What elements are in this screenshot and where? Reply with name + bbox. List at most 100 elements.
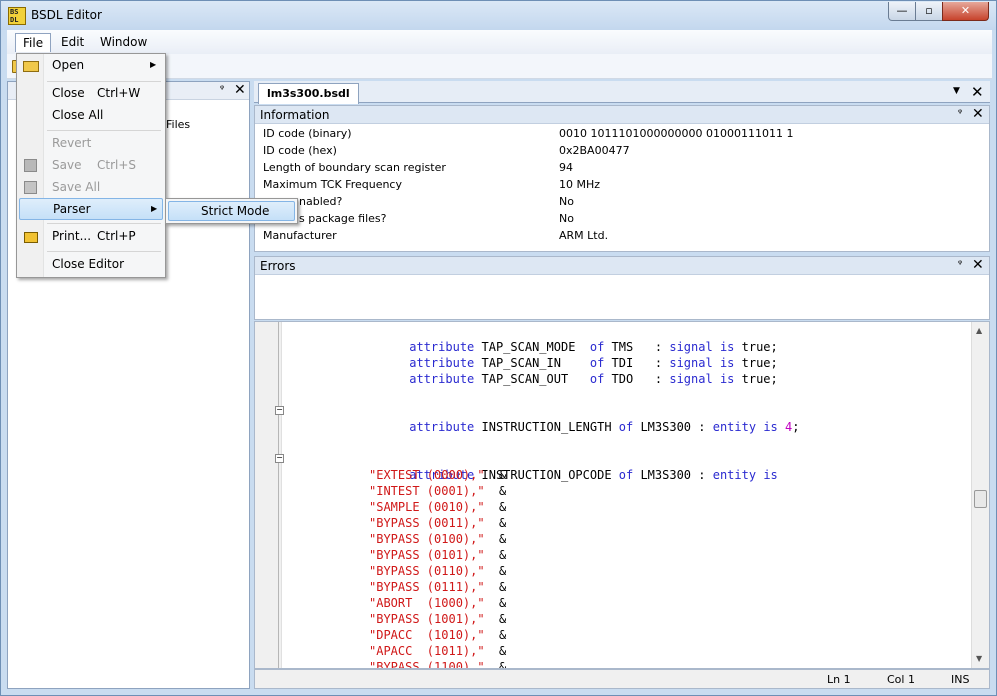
code-token: TDO :	[604, 372, 670, 386]
info-row: ID code (binary) 0010 1011101000000000 0…	[263, 126, 983, 143]
pin-icon[interactable]: ᵠ	[958, 259, 962, 270]
code-token: "EXTEST (0000),"	[369, 468, 485, 482]
pin-icon[interactable]: ᵠ	[220, 84, 224, 95]
printer-icon	[24, 232, 38, 243]
menu-item-label: Close All	[52, 108, 104, 122]
code-token: signal	[669, 372, 713, 386]
menu-item-parser[interactable]: Parser ▶	[19, 198, 163, 220]
editor-vertical-scrollbar[interactable]: ▲ ▼	[971, 322, 989, 668]
document-tabstrip: lm3s300.bsdl ▼ ✕	[254, 81, 990, 104]
open-folder-icon	[23, 61, 39, 72]
document-area: lm3s300.bsdl ▼ ✕ Information ᵠ ✕ ID code…	[254, 81, 990, 689]
minimize-button[interactable]: —	[888, 2, 916, 21]
code-editor[interactable]: − − attribute TAP_SCAN_MODE of TMS : sig…	[254, 321, 990, 669]
info-row: Manufacturer ARM Ltd.	[263, 228, 983, 245]
code-line: attribute TAP_SCAN_IN of TDI : signal is…	[337, 339, 778, 370]
pin-icon[interactable]: ᵠ	[958, 108, 962, 119]
maximize-button[interactable]: ▫	[915, 2, 943, 21]
status-bar: Ln 1 Col 1 INS	[254, 669, 990, 689]
status-line: Ln 1	[827, 673, 851, 686]
menu-item-revert[interactable]: Revert	[19, 133, 163, 155]
code-text: attribute TAP_SCAN_MODE of TMS : signal …	[337, 322, 799, 482]
code-token: is	[719, 372, 735, 386]
tab-close-icon[interactable]: ✕	[971, 83, 984, 101]
scroll-up-icon[interactable]: ▲	[976, 326, 982, 335]
info-key: nabled?	[299, 195, 343, 208]
info-key: ID code (hex)	[263, 144, 337, 157]
code-token: of	[618, 420, 634, 434]
close-panel-icon[interactable]: ✕	[972, 258, 984, 272]
code-token: of	[618, 468, 634, 482]
code-token: "BYPASS (0101),"	[369, 548, 485, 562]
code-token: LM3S300 :	[633, 468, 713, 482]
code-line: "SAMPLE (0010)," &	[369, 499, 506, 515]
code-token: &	[484, 468, 507, 482]
tab-lm3s300-bsdl[interactable]: lm3s300.bsdl	[258, 83, 359, 104]
code-line: "BYPASS (0011)," &	[369, 515, 506, 531]
fold-toggle-icon[interactable]: −	[275, 406, 284, 415]
menu-item-strict-mode[interactable]: Strict Mode	[168, 201, 295, 221]
code-line: "ABORT (1000)," &	[369, 595, 506, 611]
code-token: true;	[734, 372, 778, 386]
code-token: &	[484, 516, 507, 530]
menu-item-close-editor[interactable]: Close Editor	[19, 254, 163, 276]
code-token: "BYPASS (0011),"	[369, 516, 485, 530]
code-line: "EXTEST (0000)," &	[369, 467, 506, 483]
code-token: &	[484, 564, 507, 578]
info-row: Maximum TCK Frequency 10 MHz	[263, 177, 983, 194]
code-line: attribute TAP_SCAN_MODE of TMS : signal …	[337, 323, 778, 354]
information-panel: Information ᵠ ✕ ID code (binary) 0010 10…	[254, 105, 990, 252]
bsdl-app-icon: BS DL	[8, 7, 26, 25]
code-line: "BYPASS (1100)," &	[369, 659, 506, 669]
code-token: &	[484, 580, 507, 594]
files-tree-label[interactable]: Files	[166, 118, 190, 131]
tab-dropdown-icon[interactable]: ▼	[953, 86, 960, 96]
menu-item-close-all[interactable]: Close All	[19, 105, 163, 127]
status-insert-mode: INS	[951, 673, 970, 686]
code-token: "INTEST (0001),"	[369, 484, 485, 498]
info-value: 0010 1011101000000000 01000111011 1	[559, 127, 794, 140]
errors-panel: Errors ᵠ ✕	[254, 256, 990, 320]
scroll-down-icon[interactable]: ▼	[976, 654, 982, 663]
close-panel-icon[interactable]: ✕	[234, 83, 246, 97]
code-token: "BYPASS (0110),"	[369, 564, 485, 578]
code-token: "BYPASS (0100),"	[369, 532, 485, 546]
menu-separator	[47, 130, 161, 131]
info-key: ID code (binary)	[263, 127, 352, 140]
title-bar[interactable]: BS DL BSDL Editor — ▫ ✕	[1, 1, 996, 30]
menu-separator	[47, 81, 161, 82]
code-token: "ABORT (1000),"	[369, 596, 485, 610]
menu-item-print[interactable]: Print... Ctrl+P	[19, 226, 163, 248]
menu-window[interactable]: Window	[93, 33, 154, 52]
code-line: attribute INSTRUCTION_LENGTH of LM3S300 …	[337, 403, 799, 434]
code-line: "APACC (1011)," &	[369, 643, 506, 659]
info-value: No	[559, 195, 574, 208]
code-token: &	[484, 484, 507, 498]
opcode-list: "EXTEST (0000)," & "INTEST (0001)," & "S…	[369, 467, 506, 668]
code-token: "BYPASS (1100),"	[369, 660, 485, 669]
menu-file[interactable]: File	[15, 33, 52, 52]
info-value: 94	[559, 161, 573, 174]
code-token: attribute	[409, 372, 475, 386]
parser-submenu: Strict Mode	[165, 198, 298, 224]
menu-item-save[interactable]: Save Ctrl+S	[19, 155, 163, 177]
scroll-thumb[interactable]	[974, 490, 987, 508]
menu-item-save-all[interactable]: Save All	[19, 177, 163, 199]
menu-item-shortcut: Ctrl+S	[97, 158, 137, 172]
menu-item-close[interactable]: Close Ctrl+W	[19, 83, 163, 105]
info-value: 10 MHz	[559, 178, 601, 191]
close-panel-icon[interactable]: ✕	[972, 107, 984, 121]
code-line: attribute TAP_SCAN_OUT of TDO : signal i…	[337, 355, 778, 386]
menu-edit[interactable]: Edit	[54, 33, 91, 52]
code-token: &	[484, 596, 507, 610]
editor-gutter: − −	[255, 322, 284, 668]
menu-separator	[47, 223, 161, 224]
menu-item-open[interactable]: Open ▶	[19, 55, 163, 77]
close-window-button[interactable]: ✕	[942, 2, 989, 21]
info-value: 0x2BA00477	[559, 144, 630, 157]
info-row: ID code (hex) 0x2BA00477	[263, 143, 983, 160]
info-key: Maximum TCK Frequency	[263, 178, 402, 191]
fold-toggle-icon[interactable]: −	[275, 454, 284, 463]
